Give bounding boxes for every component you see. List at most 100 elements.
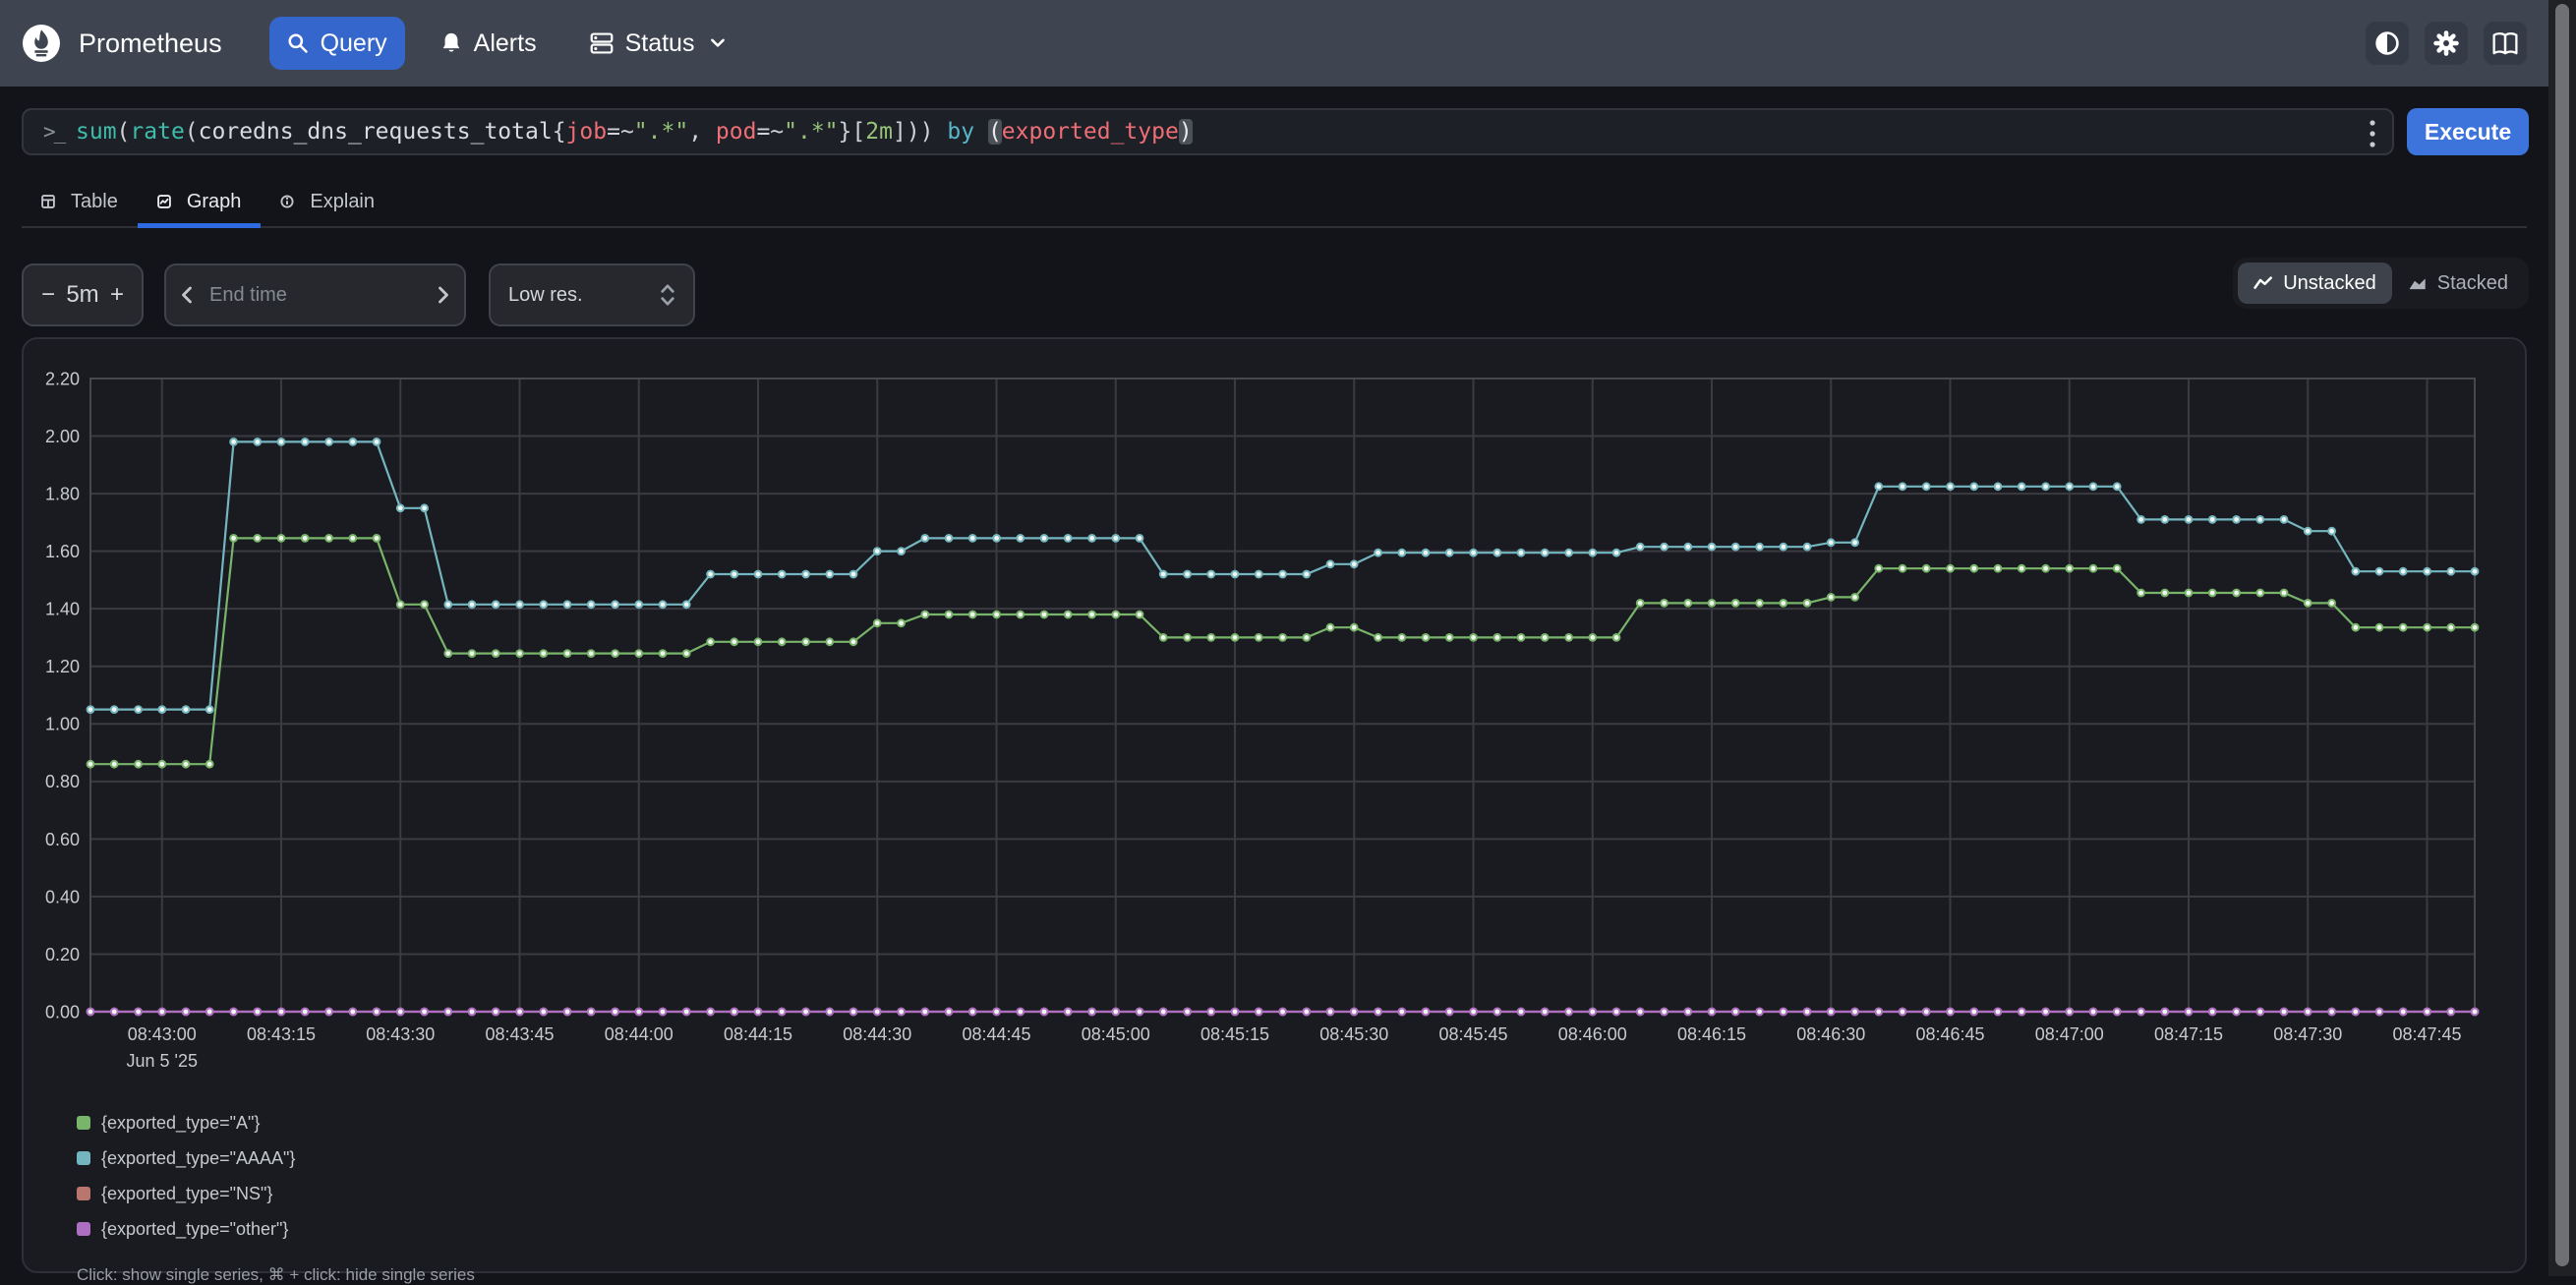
svg-text:08:46:00: 08:46:00 [1558,1024,1627,1044]
resolution-value: Low res. [508,284,583,307]
nav-alerts-label: Alerts [474,29,537,58]
svg-text:0.00: 0.00 [45,1002,80,1022]
chevron-down-icon [710,37,726,49]
svg-text:08:43:45: 08:43:45 [485,1024,554,1044]
chevron-left-icon[interactable] [180,285,194,305]
time-series-chart[interactable]: 0.000.200.400.600.801.001.201.401.601.80… [24,339,2525,1271]
legend-label: {exported_type="A"} [101,1113,260,1134]
svg-text:1.40: 1.40 [45,600,80,619]
docs-button[interactable] [2484,22,2527,65]
chart-legend: {exported_type="A"} {exported_type="AAAA"… [77,1105,295,1247]
tab-graph[interactable]: Graph [138,177,262,226]
nav-status-label: Status [625,29,695,58]
navbar-actions [2366,22,2527,65]
nav-query-label: Query [321,29,387,58]
settings-button[interactable] [2425,22,2468,65]
legend-label: {exported_type="other"} [101,1219,288,1240]
nav-alerts-button[interactable]: Alerts [423,17,555,70]
graph-panel: 0.000.200.400.600.801.001.201.401.601.80… [22,337,2527,1273]
svg-text:08:43:00: 08:43:00 [128,1024,197,1044]
svg-text:08:44:00: 08:44:00 [605,1024,673,1044]
svg-text:08:46:45: 08:46:45 [1915,1024,1984,1044]
nav-status-button[interactable]: Status [572,17,744,70]
theme-toggle-button[interactable] [2366,22,2409,65]
svg-text:1.20: 1.20 [45,657,80,676]
svg-text:08:47:30: 08:47:30 [2273,1024,2342,1044]
svg-text:1.80: 1.80 [45,484,80,503]
main-nav: Query Alerts Status [269,17,744,70]
svg-text:2.20: 2.20 [45,369,80,388]
scrollbar-thumb[interactable] [2555,4,2569,1266]
stacked-option[interactable]: Stacked [2392,263,2524,304]
server-stack-icon [590,31,614,55]
tab-table-label: Table [71,191,118,213]
svg-text:08:43:15: 08:43:15 [247,1024,316,1044]
legend-item[interactable]: {exported_type="other"} [77,1211,295,1247]
end-time-placeholder: End time [209,284,287,307]
gear-icon [2432,29,2460,57]
chevron-right-icon[interactable] [437,285,450,305]
table-icon [41,195,55,208]
legend-hint: Click: show single series, ⌘ + click: hi… [77,1265,475,1285]
duration-stepper: − 5m + [22,263,144,326]
line-chart-icon [2254,274,2273,292]
legend-item[interactable]: {exported_type="AAAA"} [77,1140,295,1176]
svg-text:0.80: 0.80 [45,772,80,791]
legend-label: {exported_type="NS"} [101,1184,272,1204]
area-chart-icon [2408,274,2428,292]
terminal-prompt-icon: >_ [43,120,64,144]
duration-increase-button[interactable]: + [110,281,124,309]
svg-text:08:43:30: 08:43:30 [366,1024,435,1044]
svg-text:0.40: 0.40 [45,887,80,906]
updown-arrows-icon [660,282,675,308]
svg-text:08:44:15: 08:44:15 [724,1024,792,1044]
contrast-icon [2374,30,2400,56]
tab-explain-label: Explain [310,191,375,213]
resolution-select[interactable]: Low res. [489,263,695,326]
legend-label: {exported_type="AAAA"} [101,1148,295,1169]
unstacked-option[interactable]: Unstacked [2238,263,2392,304]
svg-text:08:46:30: 08:46:30 [1796,1024,1865,1044]
navbar: Prometheus Query Alerts Status [0,0,2548,87]
svg-text:0.60: 0.60 [45,830,80,849]
tab-explain[interactable]: Explain [261,177,394,226]
legend-swatch [77,1222,90,1236]
search-icon [287,32,309,54]
stacking-toggle: Unstacked Stacked [2233,258,2529,309]
info-icon [280,195,294,208]
book-icon [2491,31,2519,56]
svg-text:08:47:15: 08:47:15 [2154,1024,2223,1044]
svg-text:08:44:45: 08:44:45 [962,1024,1030,1044]
legend-item[interactable]: {exported_type="NS"} [77,1176,295,1211]
stacked-label: Stacked [2437,272,2508,295]
tab-graph-label: Graph [187,191,242,213]
bell-icon [440,31,462,55]
nav-query-button[interactable]: Query [269,17,405,70]
execute-button[interactable]: Execute [2407,108,2529,155]
legend-swatch [77,1116,90,1130]
duration-value[interactable]: 5m [66,281,98,309]
scrollbar-track[interactable] [2548,0,2576,1276]
kebab-menu-icon[interactable] [2369,118,2376,149]
svg-text:08:45:30: 08:45:30 [1319,1024,1388,1044]
svg-text:08:44:30: 08:44:30 [843,1024,911,1044]
svg-text:Jun 5 '25: Jun 5 '25 [127,1051,199,1071]
svg-text:0.20: 0.20 [45,945,80,964]
svg-text:08:45:45: 08:45:45 [1438,1024,1507,1044]
tab-table[interactable]: Table [22,177,138,226]
legend-item[interactable]: {exported_type="A"} [77,1105,295,1140]
svg-text:08:45:15: 08:45:15 [1200,1024,1269,1044]
end-time-picker[interactable]: End time [164,263,466,326]
svg-text:1.00: 1.00 [45,715,80,734]
svg-text:08:45:00: 08:45:00 [1082,1024,1150,1044]
promql-expression: sum(rate(coredns_dns_requests_total{job=… [76,119,1193,145]
brand[interactable]: Prometheus [22,24,222,63]
unstacked-label: Unstacked [2283,272,2376,295]
legend-swatch [77,1151,90,1165]
svg-text:08:47:00: 08:47:00 [2035,1024,2104,1044]
chart-icon [157,195,171,208]
duration-decrease-button[interactable]: − [41,281,55,309]
query-expression-input[interactable]: >_ sum(rate(coredns_dns_requests_total{j… [22,108,2394,155]
view-tabs: Table Graph Explain [22,177,2527,228]
prometheus-logo-icon [22,24,61,63]
